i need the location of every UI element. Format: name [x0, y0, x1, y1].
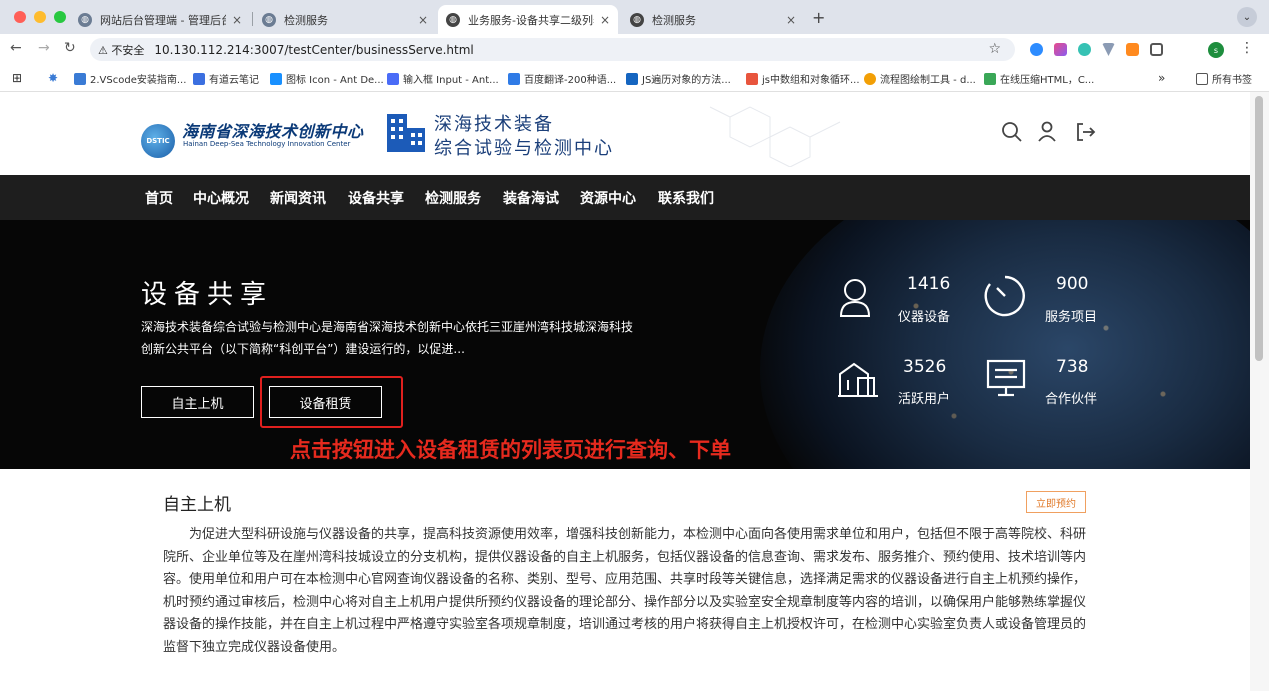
bookmark-item[interactable]: 有道云笔记 — [193, 71, 259, 86]
close-icon[interactable]: × — [600, 13, 610, 27]
logo-subtitle: Hainan Deep-Sea Technology Innovation Ce… — [183, 140, 351, 148]
forward-arrow-icon[interactable]: → — [38, 40, 50, 56]
bookmarks-bar: ⊞ ✸ 2.VScode安装指南... 有道云笔记 图标 Icon - Ant … — [0, 64, 1269, 92]
tab-title: 网站后台管理端 - 管理后台 — [100, 13, 226, 27]
nav-item-testing-service[interactable]: 检测服务 — [425, 188, 481, 208]
vue-devtools-icon[interactable] — [1102, 43, 1115, 56]
window-zoom-button[interactable] — [54, 11, 66, 23]
folder-icon — [1196, 72, 1208, 85]
tab-title: 检测服务 — [284, 13, 328, 27]
browser-tab[interactable]: ◍ 网站后台管理端 - 管理后台 × — [70, 5, 250, 34]
scrollbar-thumb[interactable] — [1255, 96, 1263, 361]
extension-icon[interactable] — [1078, 43, 1091, 56]
stat-value-users: 3526 — [903, 357, 947, 377]
stat-label-services: 服务项目 — [1045, 310, 1098, 325]
bookmark-item[interactable]: 流程图绘制工具 - d... — [864, 71, 976, 86]
address-bar[interactable]: ⚠ 不安全 10.130.112.214:3007/testCenter/bus… — [90, 38, 1015, 61]
more-menu-icon[interactable]: ⋮ — [1240, 40, 1254, 56]
nav-item-news[interactable]: 新闻资讯 — [270, 188, 326, 208]
banner-description: 深海技术装备综合试验与检测中心是海南省深海技术创新中心依托三亚崖州湾科技城深海科… — [141, 320, 634, 356]
bookmark-item[interactable]: JS遍历对象的方法... — [626, 71, 731, 86]
tab-divider — [252, 12, 253, 26]
extension-icon[interactable] — [1054, 43, 1067, 56]
bookmark-item[interactable]: 图标 Icon - Ant De... — [270, 71, 384, 86]
browser-tab-active[interactable]: ◍ 业务服务-设备共享二级列表页 × — [438, 5, 618, 34]
nav-item-equipment-sharing[interactable]: 设备共享 — [348, 188, 404, 208]
earth-lights — [840, 240, 1220, 460]
building-logo-icon — [387, 114, 425, 152]
browser-tab[interactable]: ◍ 检测服务 × — [622, 5, 804, 34]
close-icon[interactable]: × — [786, 13, 796, 27]
main-navigation: 首页 中心概况 新闻资讯 设备共享 检测服务 装备海试 资源中心 联系我们 — [0, 175, 1250, 220]
section-body: 为促进大型科研设施与仪器设备的共享，提高科技资源使用效率，增强科技创新能力，本检… — [163, 527, 1087, 655]
browser-tab[interactable]: ◍ 检测服务 × — [254, 5, 436, 34]
annotation-text: 点击按钮进入设备租赁的列表页进行查询、下单 — [290, 438, 731, 462]
site-header: DSTIC 海南省深海技术创新中心 Hainan Deep-Sea Techno… — [0, 92, 1250, 175]
logo-title[interactable]: 海南省深海技术创新中心 — [182, 118, 364, 142]
section-title: 自主上机 — [163, 495, 231, 515]
bookmark-item[interactable]: 百度翻译-200种语... — [508, 71, 616, 86]
close-icon[interactable]: × — [418, 13, 428, 27]
extensions-puzzle-icon[interactable] — [1150, 43, 1163, 56]
tab-search-button[interactable]: ⌄ — [1237, 7, 1257, 27]
center-name-line2: 综合试验与检测中心 — [434, 138, 614, 159]
stat-value-instruments: 1416 — [907, 274, 951, 294]
url-text[interactable]: 10.130.112.214:3007/testCenter/businessS… — [154, 43, 473, 57]
more-bookmarks-button[interactable]: » — [1158, 71, 1165, 85]
search-icon[interactable] — [1000, 120, 1024, 144]
bookmark-item[interactable]: js中数组和对象循环... — [746, 71, 860, 86]
banner-title: 设备共享 — [141, 280, 274, 310]
globe-icon: ◍ — [78, 12, 92, 27]
apps-grid-icon[interactable]: ⊞ — [12, 71, 22, 85]
bookmark-item[interactable]: 2.VScode安装指南... — [74, 71, 186, 86]
chat-extension-icon[interactable] — [1030, 43, 1043, 56]
stat-value-partners: 738 — [1056, 357, 1089, 377]
logo-emblem[interactable]: DSTIC — [141, 124, 175, 158]
user-icon[interactable] — [1036, 120, 1058, 144]
bookmark-item[interactable]: 在线压缩HTML，C... — [984, 71, 1094, 86]
browser-toolbar: ← → ↻ ⚠ 不安全 10.130.112.214:3007/testCent… — [0, 34, 1269, 64]
security-warning[interactable]: ⚠ 不安全 — [98, 42, 144, 58]
nav-item-home[interactable]: 首页 — [145, 188, 173, 208]
window-close-button[interactable] — [14, 11, 26, 23]
nav-item-sea-trial[interactable]: 装备海试 — [503, 188, 559, 208]
extension-icon[interactable] — [1126, 43, 1139, 56]
stat-label-instruments: 仪器设备 — [898, 310, 951, 325]
stat-label-partners: 合作伙伴 — [1045, 392, 1098, 407]
window-minimize-button[interactable] — [34, 11, 46, 23]
reload-icon[interactable]: ↻ — [64, 40, 76, 56]
nav-item-resources[interactable]: 资源中心 — [580, 188, 636, 208]
annotation-highlight-box — [260, 376, 403, 428]
self-operation-button[interactable]: 自主上机 — [141, 386, 254, 418]
hero-banner: 设备共享 深海技术装备综合试验与检测中心是海南省深海技术创新中心依托三亚崖州湾科… — [0, 220, 1250, 469]
page-scrollbar[interactable] — [1250, 92, 1269, 691]
globe-icon: ◍ — [630, 12, 644, 27]
stat-label-users: 活跃用户 — [898, 392, 951, 407]
monitor-icon — [986, 359, 1026, 397]
building-icon — [838, 362, 878, 397]
globe-icon: ◍ — [446, 12, 460, 27]
back-arrow-icon[interactable]: ← — [10, 40, 22, 56]
tab-title: 业务服务-设备共享二级列表页 — [468, 13, 594, 27]
all-bookmarks-folder[interactable]: 所有书签 — [1196, 71, 1252, 86]
stat-value-services: 900 — [1056, 274, 1089, 294]
timer-icon — [984, 275, 1025, 317]
bookmark-star-icon[interactable]: ☆ — [988, 41, 1001, 57]
tab-title: 检测服务 — [652, 13, 696, 27]
nav-item-contact[interactable]: 联系我们 — [658, 188, 714, 208]
logout-icon[interactable] — [1074, 120, 1098, 144]
center-name-line1: 深海技术装备 — [434, 114, 554, 135]
nav-item-about[interactable]: 中心概况 — [193, 188, 249, 208]
new-tab-button[interactable]: + — [812, 8, 825, 27]
close-icon[interactable]: × — [232, 13, 242, 27]
web-page: DSTIC 海南省深海技术创新中心 Hainan Deep-Sea Techno… — [0, 92, 1250, 691]
instrument-icon — [839, 279, 871, 317]
reserve-now-button[interactable]: 立即预约 — [1026, 491, 1086, 513]
browser-tab-bar: ◍ 网站后台管理端 - 管理后台 × ◍ 检测服务 × ◍ 业务服务-设备共享二… — [0, 0, 1269, 34]
bookmark-item[interactable]: 输入框 Input - Ant... — [387, 71, 499, 86]
bookmark-icon[interactable]: ✸ — [48, 71, 58, 85]
profile-avatar[interactable]: s — [1208, 42, 1224, 58]
globe-icon: ◍ — [262, 12, 276, 27]
molecule-watermark — [709, 106, 841, 167]
